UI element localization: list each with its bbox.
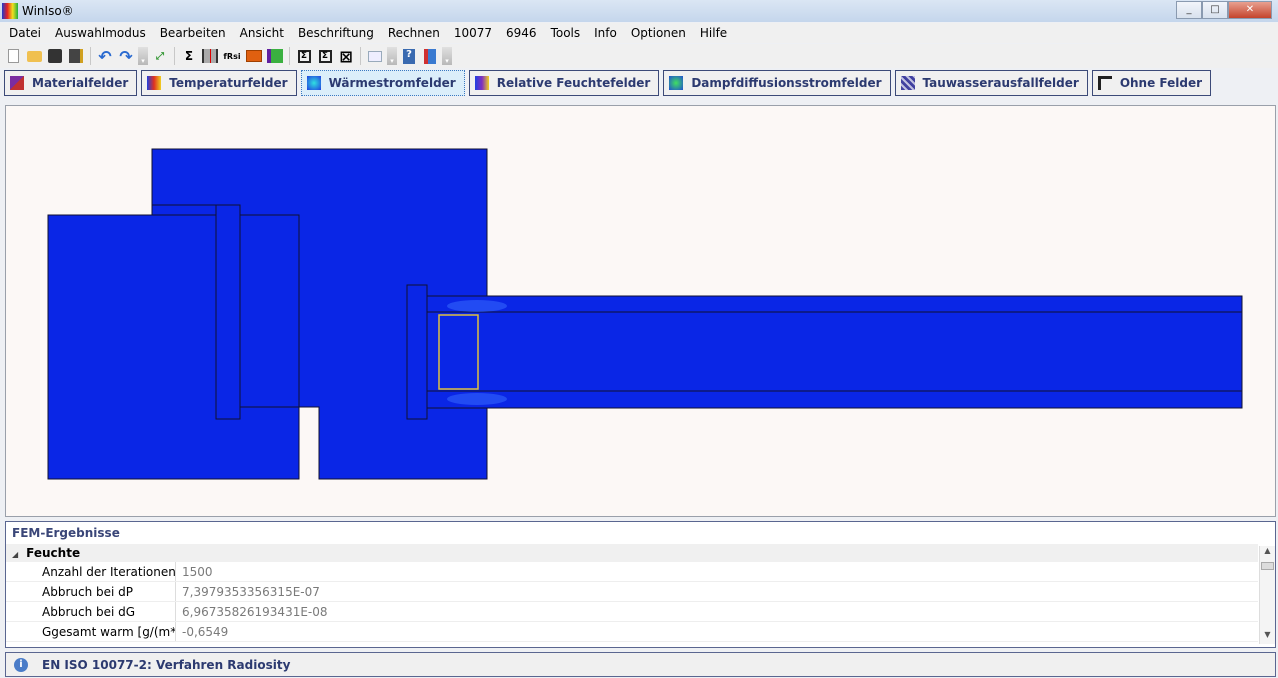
heat-flux-field-drawing [47, 148, 1243, 480]
status-text: EN ISO 10077-2: Verfahren Radiosity [42, 657, 291, 672]
material-icon[interactable] [245, 47, 263, 65]
title-bar: WinIso® _ □ ✕ [0, 0, 1278, 22]
status-bar: i EN ISO 10077-2: Verfahren Radiosity [5, 652, 1276, 677]
report-icon[interactable] [366, 47, 384, 65]
temperaturfelder-button[interactable]: Temperaturfelder [141, 70, 297, 96]
ohne-felder-button[interactable]: Ohne Felder [1091, 70, 1212, 96]
boundary-icon[interactable] [266, 47, 284, 65]
menu-info[interactable]: Info [587, 26, 624, 40]
frsi-icon[interactable]: fRsi [222, 47, 242, 65]
exit-icon[interactable] [421, 47, 439, 65]
results-title: FEM-Ergebnisse [12, 526, 120, 540]
scroll-thumb[interactable] [1261, 562, 1274, 570]
table-row[interactable]: Ggesamt warm [g/(m*... -0,6549 [6, 622, 1258, 642]
menu-tools[interactable]: Tools [544, 26, 588, 40]
results-scrollbar[interactable]: ▲ ▼ [1259, 546, 1275, 644]
toolbar-overflow-2[interactable]: ▾ [387, 47, 397, 65]
sash-strip [215, 204, 241, 420]
toolbar-overflow-1[interactable]: ▾ [138, 47, 148, 65]
menu-bar: Datei Auswahlmodus Bearbeiten Ansicht Be… [0, 23, 1278, 43]
grid-cross-icon[interactable]: ⊠ [337, 47, 355, 66]
menu-ansicht[interactable]: Ansicht [233, 26, 291, 40]
menu-hilfe[interactable]: Hilfe [693, 26, 734, 40]
new-file-icon[interactable] [4, 47, 22, 65]
waermestromfelder-button[interactable]: Wärmestromfelder [300, 70, 465, 96]
tauwasserausfallfelder-icon [900, 76, 915, 90]
menu-datei[interactable]: Datei [2, 26, 48, 40]
glazing-bead [406, 284, 428, 420]
menu-optionen[interactable]: Optionen [624, 26, 693, 40]
close-button[interactable]: ✕ [1228, 1, 1272, 19]
sum-icon[interactable]: Σ [180, 47, 198, 65]
fem-results-panel: FEM-Ergebnisse ◢ Feuchte Anzahl der Itera… [5, 521, 1276, 648]
menu-10077[interactable]: 10077 [447, 26, 499, 40]
dampfdiffusionsstromfelder-icon [669, 76, 684, 90]
menu-6946[interactable]: 6946 [499, 26, 544, 40]
ohne-felder-icon [1097, 76, 1112, 90]
spacer-region [438, 314, 479, 390]
table-row[interactable]: Anzahl der Iterationen 1500 [6, 562, 1258, 582]
section-icon[interactable] [201, 47, 219, 65]
table-row[interactable]: Abbruch bei dP 7,3979353356315E-07 [6, 582, 1258, 602]
save-icon[interactable] [46, 47, 64, 65]
toolbar: ↶ ↷ ▾ ⤢ Σ fRsi Σ Σ ⊠ ▾ ? ▾ [0, 44, 1278, 68]
menu-rechnen[interactable]: Rechnen [381, 26, 447, 40]
group-feuchte[interactable]: ◢ Feuchte [6, 544, 1258, 562]
menu-bearbeiten[interactable]: Bearbeiten [153, 26, 233, 40]
scroll-up-icon[interactable]: ▲ [1260, 546, 1275, 560]
scroll-down-icon[interactable]: ▼ [1260, 630, 1275, 644]
collapse-triangle-icon[interactable]: ◢ [12, 550, 18, 559]
wall-region [47, 214, 300, 480]
undo-icon[interactable]: ↶ [96, 47, 114, 66]
app-icon [2, 3, 18, 19]
materialfelder-button[interactable]: Materialfelder [4, 70, 138, 96]
window-title: WinIso® [22, 4, 74, 18]
redo-icon[interactable]: ↷ [117, 47, 135, 66]
open-folder-icon[interactable] [25, 47, 43, 65]
help-icon[interactable]: ? [400, 47, 418, 65]
save-as-icon[interactable] [67, 47, 85, 65]
field-selector-bar: Materialfelder Temperaturfelder Wärmestr… [0, 70, 1278, 97]
info-icon: i [14, 657, 28, 672]
dampfdiffusionsstromfelder-button[interactable]: Dampfdiffusionsstromfelder [663, 70, 891, 96]
zoom-fit-icon[interactable]: ⤢ [151, 47, 169, 65]
materialfelder-icon [10, 76, 24, 90]
waermestromfelder-icon [306, 76, 321, 90]
toolbar-overflow-3[interactable]: ▾ [442, 47, 452, 65]
relative-feuchtefelder-button[interactable]: Relative Feuchtefelder [468, 70, 660, 96]
minimize-button[interactable]: _ [1176, 1, 1202, 19]
relative-feuchtefelder-icon [474, 76, 489, 90]
tauwasserausfallfelder-button[interactable]: Tauwasserausfallfelder [894, 70, 1088, 96]
maximize-button[interactable]: □ [1202, 1, 1228, 19]
drawing-canvas[interactable] [5, 105, 1276, 517]
menu-beschriftung[interactable]: Beschriftung [291, 26, 381, 40]
calc-all-icon[interactable]: Σ [316, 47, 334, 65]
table-row[interactable]: Abbruch bei dG 6,96735826193431E-08 [6, 602, 1258, 622]
temperaturfelder-icon [147, 76, 162, 90]
menu-auswahlmodus[interactable]: Auswahlmodus [48, 26, 153, 40]
calc-icon[interactable]: Σ [295, 47, 313, 65]
